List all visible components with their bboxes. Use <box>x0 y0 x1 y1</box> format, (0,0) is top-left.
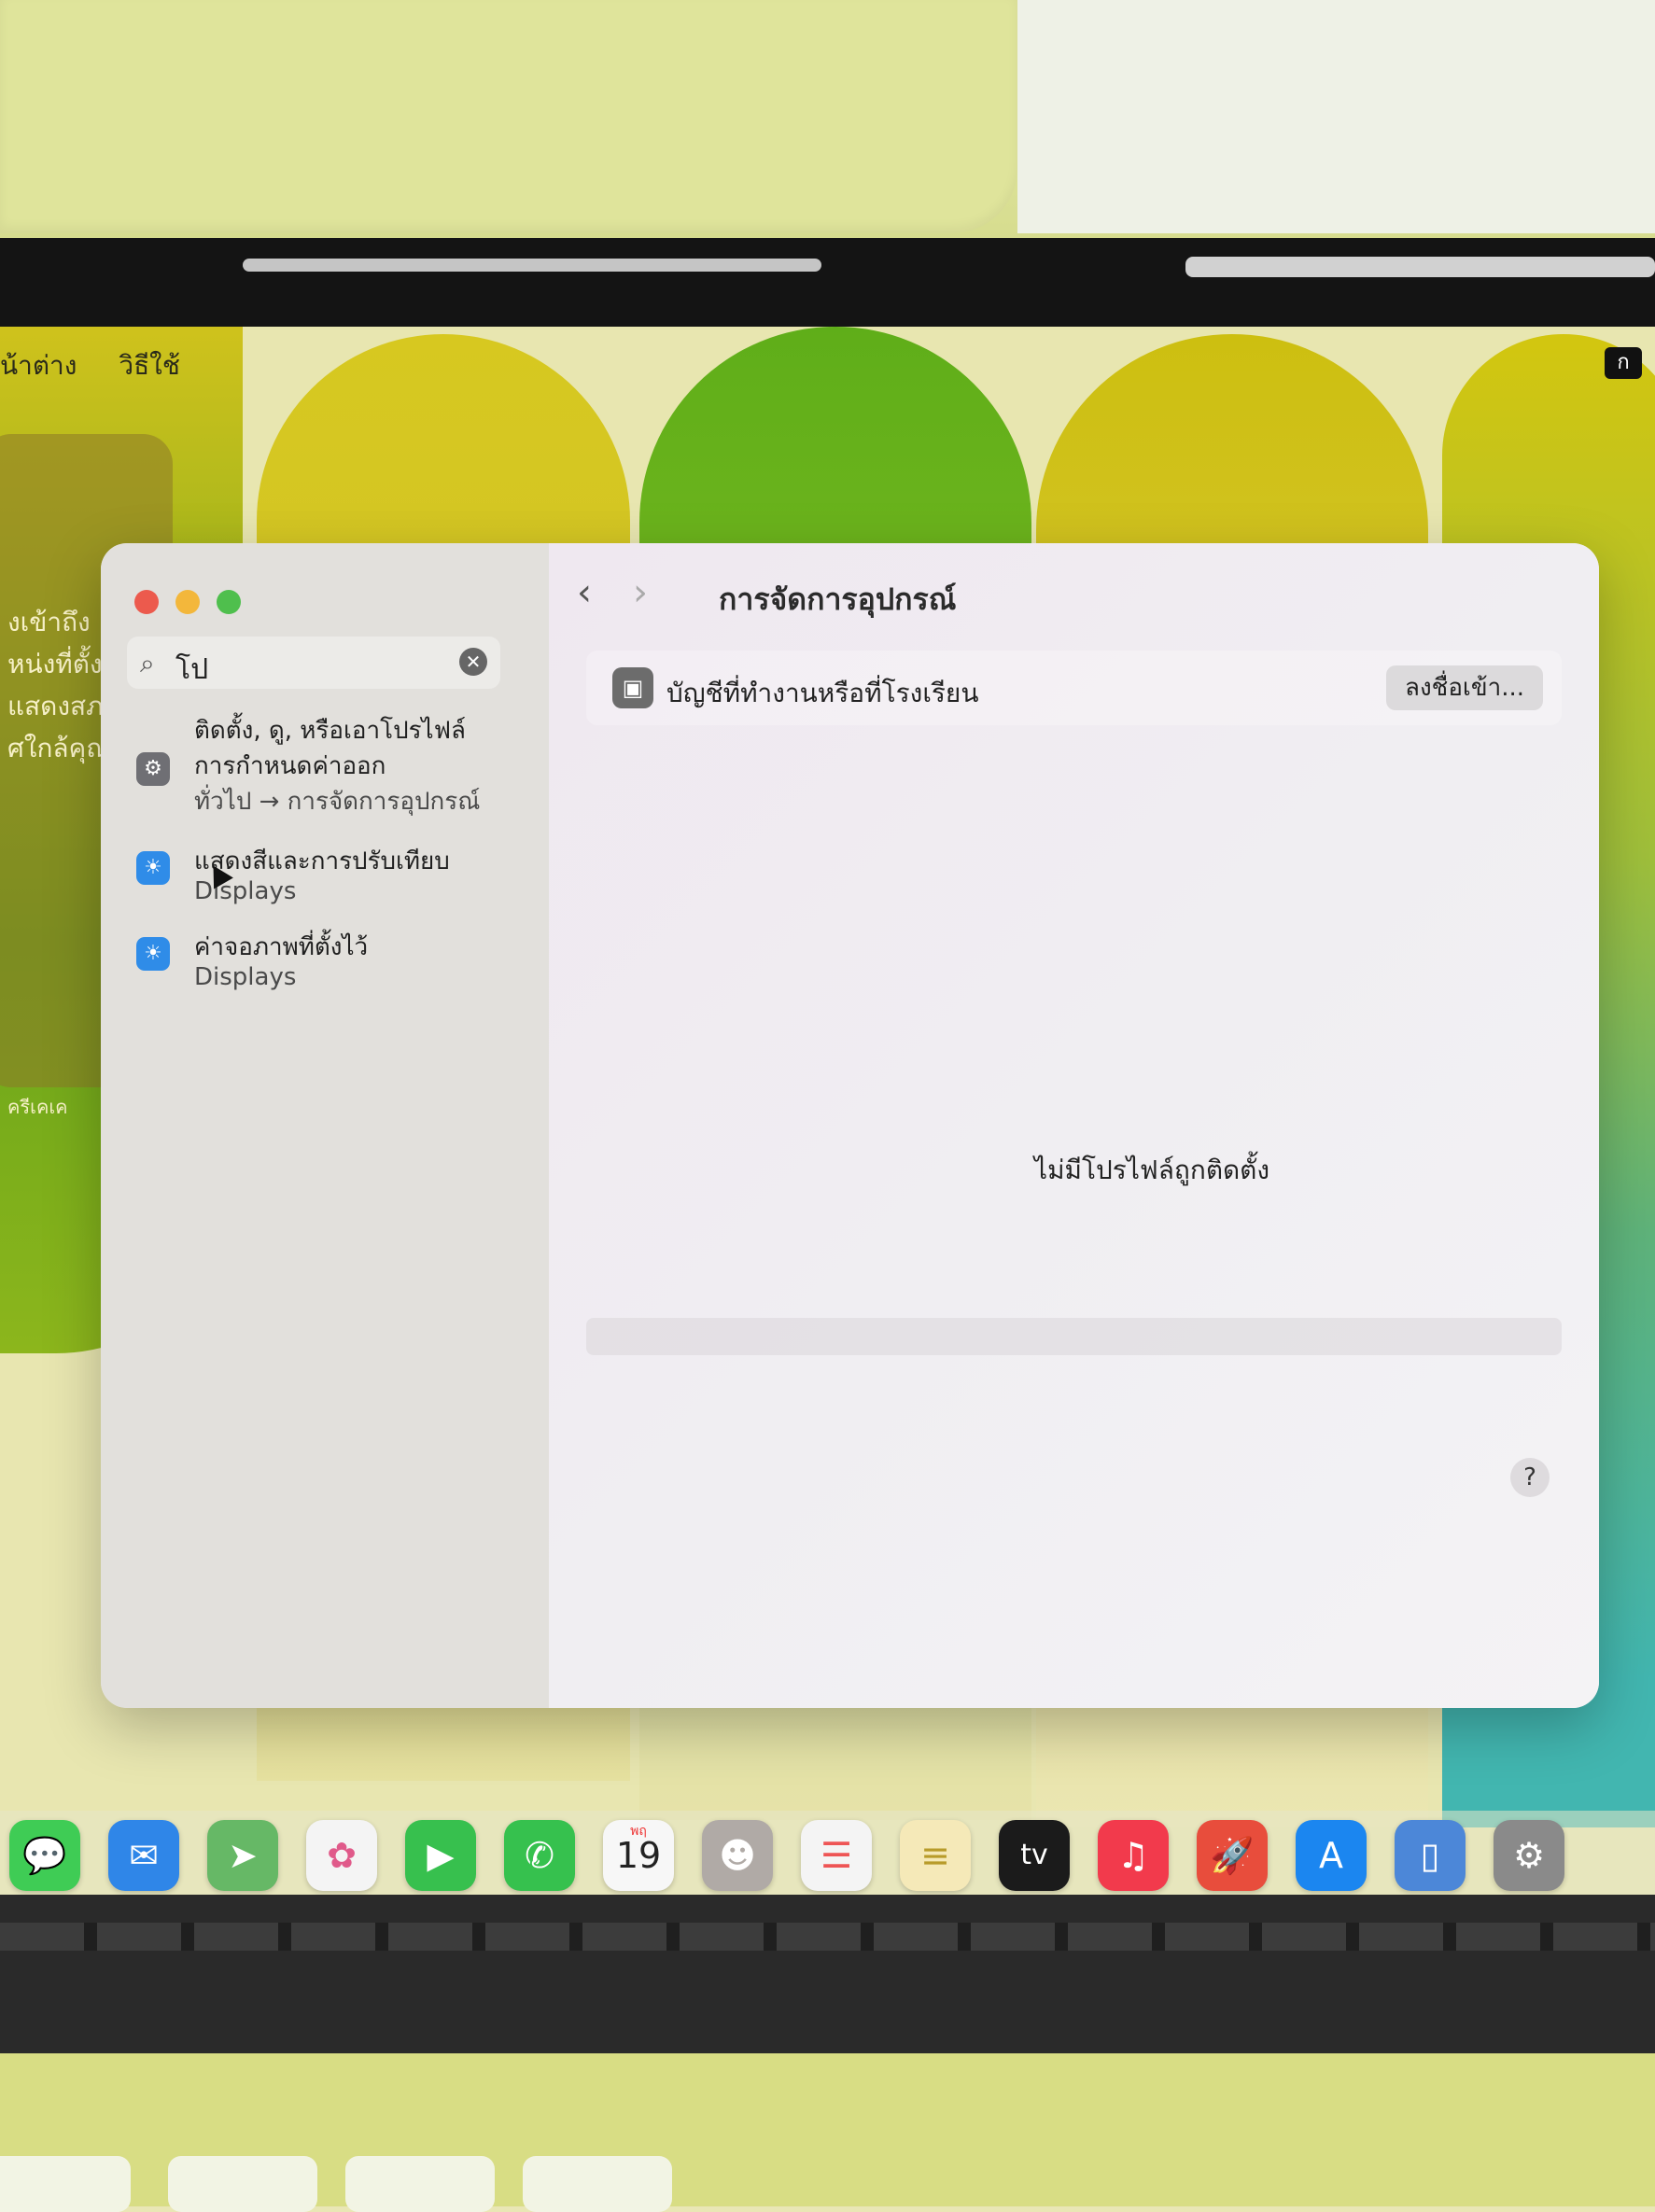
system-settings-window: ⌕ โป ✕ ⚙ ติดตั้ง, ดู, หรือเอาโปรไฟล์ การ… <box>101 543 1599 1708</box>
music-icon[interactable]: ♫ <box>1098 1820 1169 1891</box>
keyboard-base <box>0 2053 1655 2212</box>
widget-text: ครีเคเค <box>7 1096 68 1118</box>
messages-icon[interactable]: 💬 <box>9 1820 80 1891</box>
work-school-account-row: ▣ บัญชีที่ทำงานหรือที่โรงเรียน ลงชื่อเข้… <box>586 651 1562 725</box>
empty-state-message: ไม่มีโปรไฟล์ถูกติดตั้ง <box>1034 1155 1270 1185</box>
menu-bar: น้าต่าง วิธีใช้ <box>0 345 214 386</box>
sun-icon: ☀ <box>136 937 170 971</box>
result-path: ทั่วไป → การจัดการอุปกรณ์ <box>194 788 481 816</box>
system-settings-icon[interactable]: ⚙ <box>1494 1820 1564 1891</box>
input-source-indicator[interactable]: ก <box>1605 347 1642 379</box>
search-result-display-presets[interactable]: ☀ ค่าจอภาพที่ตั้งไว้ Displays <box>119 928 530 1002</box>
result-path: Displays <box>194 963 297 991</box>
zoom-window-button[interactable] <box>217 590 241 614</box>
photos-icon[interactable]: ✿ <box>306 1820 377 1891</box>
close-window-button[interactable] <box>134 590 159 614</box>
apple-tv-icon[interactable]: tv <box>999 1820 1070 1891</box>
page-title: การจัดการอุปกรณ์ <box>719 581 957 617</box>
wall <box>1017 0 1655 233</box>
search-icon: ⌕ <box>140 648 155 679</box>
content-pane: ‹ › การจัดการอุปกรณ์ ▣ บัญชีที่ทำงานหรือ… <box>549 543 1599 1708</box>
yellow-panel <box>0 0 1017 233</box>
widget-text: งเข้าถึง <box>7 607 91 637</box>
gear-icon: ⚙ <box>136 752 170 786</box>
contacts-icon[interactable]: ☻ <box>702 1820 773 1891</box>
menu-help[interactable]: วิธีใช้ <box>119 350 180 381</box>
widget-text: ศใกล้คุณ <box>7 733 111 763</box>
widget-text: หน่งที่ตั้ง <box>7 649 103 679</box>
forward-button[interactable]: › <box>633 571 648 614</box>
search-result-display-color[interactable]: ☀ แสดงสีและการปรับเทียบ Displays <box>119 842 530 917</box>
clear-icon[interactable]: ✕ <box>459 648 487 676</box>
sun-icon: ☀ <box>136 851 170 885</box>
menu-window[interactable]: น้าต่าง <box>0 350 77 381</box>
phone-icon[interactable]: ✆ <box>504 1820 575 1891</box>
reminders-icon[interactable]: ☰ <box>801 1820 872 1891</box>
laptop-lid-background <box>0 0 1655 243</box>
key <box>345 2156 495 2212</box>
key <box>523 2156 672 2212</box>
facetime-icon[interactable]: ▶ <box>405 1820 476 1891</box>
back-button[interactable]: ‹ <box>577 571 592 614</box>
mail-icon[interactable]: ✉ <box>108 1820 179 1891</box>
notes-icon[interactable]: ≡ <box>900 1820 971 1891</box>
key <box>0 2156 131 2212</box>
desktop: น้าต่าง วิธีใช้ ก งเข้าถึง หน่งที่ตั้ง แ… <box>0 327 1655 1895</box>
search-field[interactable]: ⌕ โป ✕ <box>127 637 500 689</box>
keyboard-hinge <box>0 1895 1655 2053</box>
help-button[interactable]: ? <box>1510 1458 1550 1497</box>
search-result-device-management[interactable]: ⚙ ติดตั้ง, ดู, หรือเอาโปรไฟล์ การกำหนดค่… <box>119 711 530 823</box>
screen-bezel <box>0 238 1655 331</box>
rocket-icon[interactable]: 🚀 <box>1197 1820 1268 1891</box>
calendar-month: พฤ <box>630 1824 647 1839</box>
result-title: แสดงสีและการปรับเทียบ <box>194 847 450 875</box>
result-title: การกำหนดค่าออก <box>194 752 386 780</box>
add-remove-bar[interactable] <box>586 1318 1562 1355</box>
app-store-icon[interactable]: A <box>1296 1820 1367 1891</box>
result-title: ค่าจอภาพที่ตั้งไว้ <box>194 933 369 961</box>
iphone-mirroring-icon[interactable]: ▯ <box>1395 1820 1466 1891</box>
calendar-icon[interactable]: พฤ 19 <box>603 1820 674 1891</box>
briefcase-icon: ▣ <box>612 667 653 708</box>
result-title: ติดตั้ง, ดู, หรือเอาโปรไฟล์ <box>194 717 466 745</box>
minimize-window-button[interactable] <box>175 590 200 614</box>
dock: 💬 ✉ ➤ ✿ ▶ ✆ พฤ 19 ☻ ☰ ≡ tv ♫ 🚀 A ▯ ⚙ <box>0 1811 1655 1895</box>
sidebar: ⌕ โป ✕ ⚙ ติดตั้ง, ดู, หรือเอาโปรไฟล์ การ… <box>101 543 549 1708</box>
key <box>168 2156 317 2212</box>
account-label: บัญชีที่ทำงานหรือที่โรงเรียน <box>666 678 979 708</box>
maps-icon[interactable]: ➤ <box>207 1820 278 1891</box>
search-input[interactable]: โป <box>175 648 208 692</box>
sign-in-button[interactable]: ลงชื่อเข้า... <box>1386 665 1543 710</box>
